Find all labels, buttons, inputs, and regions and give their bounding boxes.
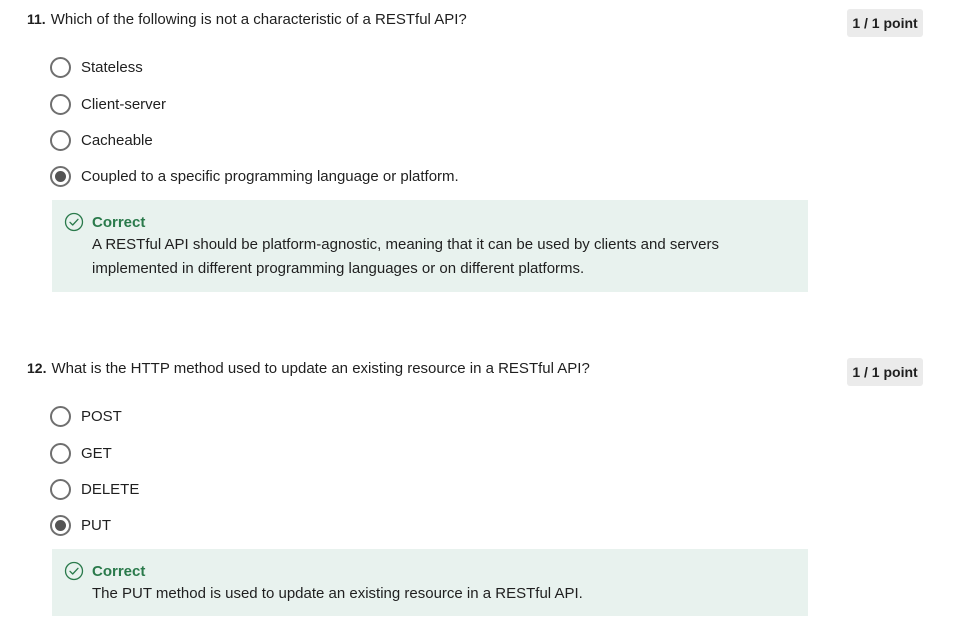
- question-number: 11.: [27, 11, 46, 27]
- check-circle-icon: [64, 561, 84, 581]
- feedback-title: Correct: [92, 563, 146, 580]
- radio-button[interactable]: [50, 478, 71, 500]
- option-get[interactable]: GET: [50, 442, 112, 464]
- points-badge: 1 / 1 point: [847, 358, 923, 386]
- question-header: 11. Which of the following is not a char…: [27, 11, 467, 35]
- option-cacheable[interactable]: Cacheable: [50, 129, 153, 151]
- option-label: PUT: [81, 516, 111, 534]
- option-label: DELETE: [81, 480, 140, 498]
- option-client-server[interactable]: Client-server: [50, 93, 166, 115]
- feedback-text: The PUT method is used to update an exis…: [92, 585, 583, 602]
- option-label: Cacheable: [81, 131, 153, 149]
- option-coupled[interactable]: Coupled to a specific programming langua…: [50, 165, 459, 187]
- option-post[interactable]: POST: [50, 405, 122, 427]
- question-number: 12.: [27, 360, 47, 376]
- radio-button[interactable]: [50, 405, 71, 427]
- check-circle-icon: [64, 212, 84, 232]
- feedback-text: A RESTful API should be platform-agnosti…: [92, 236, 720, 277]
- radio-button-selected[interactable]: [50, 514, 71, 536]
- option-put[interactable]: PUT: [50, 514, 111, 536]
- question-header: 12. What is the HTTP method used to upda…: [27, 360, 590, 384]
- radio-button[interactable]: [50, 93, 71, 115]
- question-text: What is the HTTP method used to update a…: [51, 360, 590, 377]
- radio-button[interactable]: [50, 129, 71, 151]
- option-label: Stateless: [81, 58, 143, 76]
- option-stateless[interactable]: Stateless: [50, 56, 143, 78]
- radio-button[interactable]: [50, 442, 71, 464]
- radio-button-selected[interactable]: [50, 165, 71, 187]
- option-label: GET: [81, 444, 112, 462]
- radio-button[interactable]: [50, 56, 71, 78]
- feedback-box: Correct A RESTful API should be platform…: [52, 200, 808, 292]
- feedback-title: Correct: [92, 214, 146, 231]
- option-delete[interactable]: DELETE: [50, 478, 139, 500]
- points-badge: 1 / 1 point: [847, 9, 923, 37]
- option-label: Coupled to a specific programming langua…: [81, 167, 459, 185]
- feedback-box: Correct The PUT method is used to update…: [52, 549, 808, 616]
- question-text: Which of the following is not a characte…: [50, 11, 467, 28]
- option-label: POST: [81, 407, 122, 425]
- option-label: Client-server: [81, 95, 167, 113]
